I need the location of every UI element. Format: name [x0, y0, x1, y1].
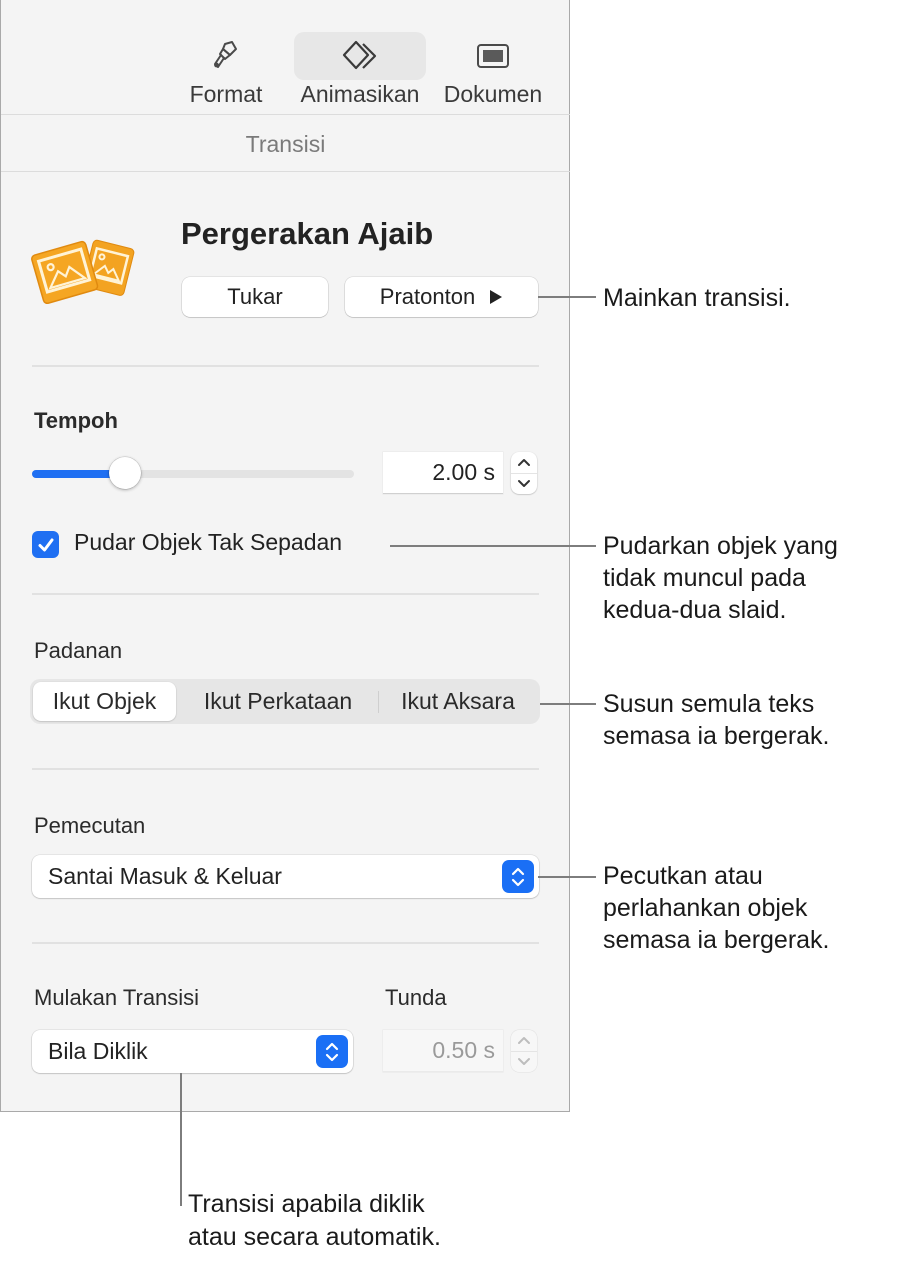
delay-label: Tunda — [385, 985, 447, 1010]
callout-line-play — [538, 296, 596, 298]
callout-line-text: semasa ia bergerak. — [603, 926, 830, 954]
stepper-down-icon[interactable] — [511, 1052, 537, 1073]
animate-diamonds-icon — [294, 32, 426, 80]
checkmark-icon — [38, 538, 53, 551]
duration-slider-knob[interactable] — [109, 457, 142, 489]
callout-line-text: semasa ia bergerak. — [603, 722, 830, 750]
duration-slider[interactable] — [32, 470, 354, 478]
preview-button[interactable]: Pratonton — [345, 277, 538, 317]
matching-label: Padanan — [34, 638, 123, 663]
tab-transisi[interactable]: Transisi — [1, 115, 570, 172]
inspector-panel: Format Animasikan Dokumen Transisi Perge… — [0, 0, 570, 1112]
duration-stepper[interactable] — [511, 452, 537, 494]
segment-ikut-objek[interactable]: Ikut Objek — [33, 682, 176, 721]
change-button-label: Tukar — [227, 284, 283, 309]
callout-acceleration: Pecutkan atau perlahankan objek semasa i… — [603, 860, 830, 956]
duration-value: 2.00 s — [432, 459, 495, 485]
start-transition-value: Bila Diklik — [48, 1038, 148, 1064]
segment-separator — [378, 691, 379, 713]
tab-dokumen[interactable]: Dokumen — [438, 32, 548, 112]
divider — [32, 365, 539, 367]
delay-value: 0.50 s — [432, 1037, 495, 1063]
callout-matching: Susun semula teks semasa ia bergerak. — [603, 688, 830, 752]
paintbrush-icon — [181, 32, 271, 80]
tab-animasikan[interactable]: Animasikan — [294, 32, 426, 112]
stepper-down-icon[interactable] — [511, 474, 537, 495]
callout-line-fade — [390, 545, 596, 547]
magic-move-photos-icon — [29, 234, 135, 311]
inspector-toolbar: Format Animasikan Dokumen — [1, 0, 570, 115]
acceleration-value: Santai Masuk & Keluar — [48, 863, 282, 889]
segment-ikut-perkataan[interactable]: Ikut Perkataan — [182, 682, 374, 721]
callout-line-text: Mainkan transisi. — [603, 284, 791, 312]
transition-title: Pergerakan Ajaib — [181, 216, 434, 251]
tab-dokumen-label: Dokumen — [443, 81, 543, 107]
callout-line-text: tidak muncul pada — [603, 564, 806, 592]
matching-segmented-control: Ikut Objek Ikut Perkataan Ikut Aksara — [30, 679, 540, 724]
popup-arrows-icon — [316, 1035, 348, 1068]
duration-field[interactable]: 2.00 s — [383, 452, 503, 494]
preview-button-label: Pratonton — [379, 284, 476, 309]
fade-checkbox-label[interactable]: Pudar Objek Tak Sepadan — [74, 529, 342, 556]
stepper-up-icon[interactable] — [511, 452, 537, 473]
document-icon — [438, 32, 548, 80]
delay-stepper[interactable] — [511, 1030, 537, 1072]
segment-label: Ikut Objek — [52, 688, 157, 714]
acceleration-label: Pemecutan — [34, 813, 146, 838]
segment-ikut-aksara[interactable]: Ikut Aksara — [382, 682, 534, 721]
divider — [32, 768, 539, 770]
callout-line-matching — [540, 703, 596, 705]
start-transition-popup[interactable]: Bila Diklik — [32, 1030, 353, 1073]
duration-label: Tempoh — [34, 408, 118, 433]
start-transition-label: Mulakan Transisi — [34, 985, 200, 1010]
callout-line-text: atau secara automatik. — [188, 1223, 441, 1251]
divider — [32, 593, 539, 595]
tab-format-label: Format — [189, 81, 263, 107]
change-button[interactable]: Tukar — [182, 277, 328, 317]
segment-label: Ikut Aksara — [401, 688, 515, 714]
callout-line-text: Pudarkan objek yang — [603, 532, 838, 560]
delay-field[interactable]: 0.50 s — [383, 1030, 503, 1072]
callout-line-text: Susun semula teks — [603, 690, 815, 718]
callout-line-text: perlahankan objek — [603, 894, 808, 922]
fade-checkbox[interactable] — [32, 531, 59, 558]
callout-line-text: kedua-dua slaid. — [603, 596, 787, 624]
divider — [32, 942, 539, 944]
segment-label: Ikut Perkataan — [203, 688, 353, 714]
callout-line-text: Transisi apabila diklik — [188, 1190, 425, 1218]
callout-fade: Pudarkan objek yang tidak muncul pada ke… — [603, 530, 838, 626]
callout-line-text: Pecutkan atau — [603, 862, 763, 890]
play-icon — [489, 289, 503, 305]
stepper-up-icon[interactable] — [511, 1030, 537, 1051]
acceleration-popup[interactable]: Santai Masuk & Keluar — [32, 855, 539, 898]
callout-play: Mainkan transisi. — [603, 282, 791, 314]
callout-line-acceleration — [538, 876, 596, 878]
tab-format[interactable]: Format — [181, 32, 271, 112]
tab-animasikan-label: Animasikan — [300, 81, 420, 107]
callout-line-start — [180, 1073, 182, 1206]
popup-arrows-icon — [502, 860, 534, 893]
callout-start: Transisi apabila diklik atau secara auto… — [188, 1188, 441, 1254]
